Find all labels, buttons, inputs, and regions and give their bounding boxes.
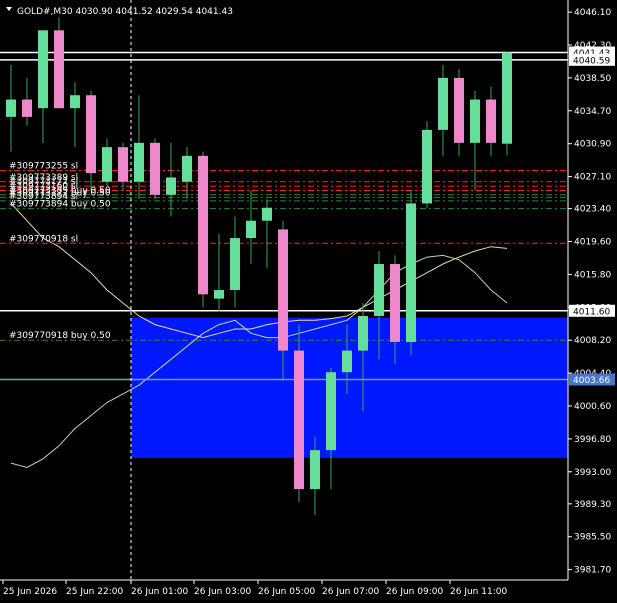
candle-bear bbox=[22, 99, 32, 117]
x-tick-label: 25 Jun 2026 bbox=[3, 587, 57, 597]
candle-bear bbox=[486, 99, 496, 143]
candle-bull bbox=[502, 52, 512, 144]
y-tick-label: 4015.80 bbox=[574, 270, 611, 280]
x-tick-label: 26 Jun 05:00 bbox=[258, 587, 315, 597]
candle-bear bbox=[294, 350, 304, 490]
candle-bull bbox=[6, 99, 16, 117]
chart-header: GOLD#,M30 4030.90 4041.52 4029.54 4041.4… bbox=[6, 7, 233, 17]
y-tick-label: 4019.60 bbox=[574, 238, 611, 248]
candle-bear bbox=[390, 264, 400, 342]
candle-bull bbox=[134, 142, 144, 182]
candle-bear bbox=[150, 142, 160, 195]
x-tick-label: 26 Jun 07:00 bbox=[322, 587, 379, 597]
candle-bull bbox=[310, 450, 320, 490]
order-line-label: #309770918 sl bbox=[9, 234, 78, 244]
candle-bear bbox=[198, 155, 208, 295]
y-tick-label: 4023.40 bbox=[574, 205, 611, 215]
x-tick-label: 26 Jun 01:00 bbox=[131, 587, 188, 597]
x-tick-label: 25 Jun 22:00 bbox=[66, 587, 123, 597]
price-tag-label: 4040.59 bbox=[573, 56, 610, 66]
y-tick-label: 4000.60 bbox=[574, 402, 611, 412]
y-tick-label: 3993.00 bbox=[574, 468, 611, 478]
price-tag-label: 4011.60 bbox=[573, 307, 610, 317]
candle-bull bbox=[102, 147, 112, 182]
y-tick-label: 4046.10 bbox=[574, 8, 611, 18]
candle-bull bbox=[230, 238, 240, 290]
candle-bear bbox=[118, 147, 128, 182]
candle-bull bbox=[406, 203, 416, 342]
candle-bear bbox=[54, 30, 64, 109]
candle-bull bbox=[326, 372, 336, 451]
candle-bull bbox=[374, 264, 384, 316]
candle-bull bbox=[182, 155, 192, 182]
candle-bear bbox=[454, 77, 464, 143]
candle-bull bbox=[262, 207, 272, 221]
candle-bear bbox=[86, 95, 96, 174]
candle-bull bbox=[438, 77, 448, 130]
y-tick-label: 4030.90 bbox=[574, 140, 611, 150]
y-tick-label: 3981.70 bbox=[574, 566, 611, 576]
y-tick-label: 3985.50 bbox=[574, 533, 611, 543]
x-tick-label: 26 Jun 09:00 bbox=[386, 587, 443, 597]
candle-bull bbox=[422, 129, 432, 204]
candle-bull bbox=[342, 350, 352, 373]
order-line-label: #309770918 buy 0.50 bbox=[9, 331, 111, 341]
price-chart[interactable]: #309773255 sl#309773389 sl#309773172 sl#… bbox=[0, 0, 617, 603]
x-tick-label: 26 Jun 11:00 bbox=[450, 587, 507, 597]
candle-bull bbox=[214, 290, 224, 299]
y-tick-label: 4034.70 bbox=[574, 107, 611, 117]
candle-bull bbox=[38, 30, 48, 109]
candle-bear bbox=[278, 229, 288, 351]
y-tick-label: 3996.80 bbox=[574, 435, 611, 445]
y-tick-label: 3989.30 bbox=[574, 500, 611, 510]
order-line-label: #309773255 sl bbox=[9, 162, 78, 172]
candle-bull bbox=[470, 99, 480, 143]
y-tick-label: 4027.10 bbox=[574, 173, 611, 183]
y-tick-label: 4008.20 bbox=[574, 336, 611, 346]
candle-bull bbox=[166, 177, 176, 195]
y-tick-label: 4038.50 bbox=[574, 74, 611, 84]
candle-bull bbox=[70, 95, 80, 109]
chart-background bbox=[0, 0, 617, 603]
candle-bull bbox=[246, 220, 256, 239]
chart-title: GOLD#,M30 4030.90 4041.52 4029.54 4041.4… bbox=[17, 7, 233, 17]
order-line-label: #309773894 buy 0.50 bbox=[9, 200, 111, 210]
x-tick-label: 26 Jun 03:00 bbox=[194, 587, 251, 597]
candle-bull bbox=[358, 315, 368, 351]
price-tag-label: 4003.66 bbox=[573, 376, 610, 386]
